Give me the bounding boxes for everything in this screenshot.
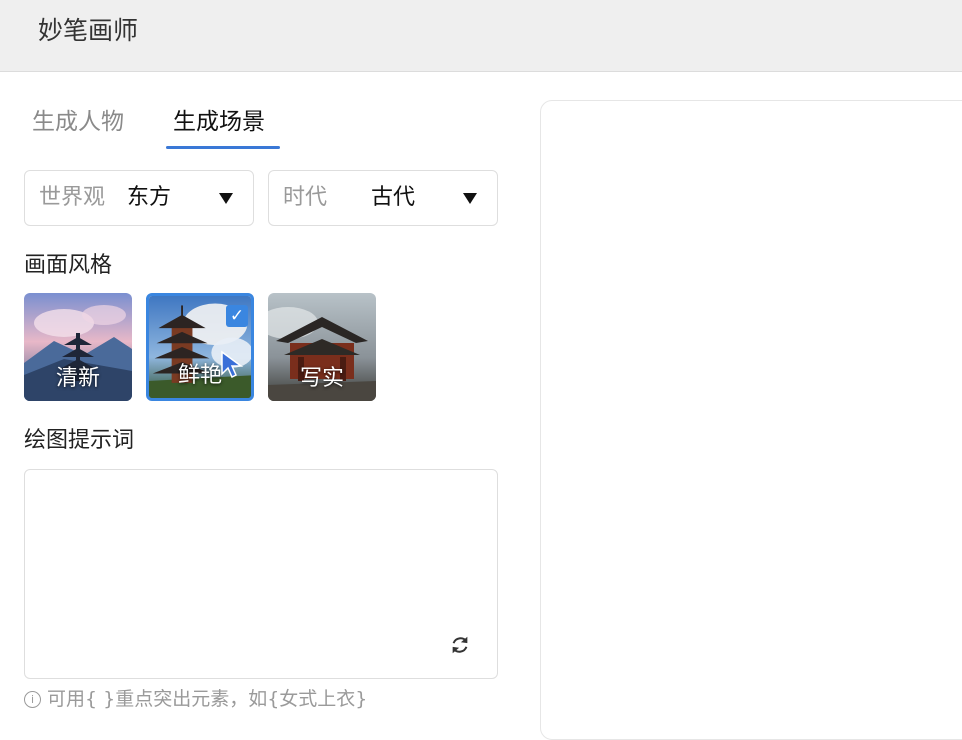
app-header: 妙笔画师: [0, 0, 962, 72]
chevron-down-icon: [463, 193, 477, 204]
tab-bar: 生成人物 生成场景: [24, 100, 324, 152]
style-option-realistic[interactable]: 写实: [268, 293, 376, 401]
chevron-down-icon: [219, 193, 233, 204]
style-option-fresh[interactable]: 清新: [24, 293, 132, 401]
mouse-cursor-icon: [221, 350, 244, 378]
style-option-vivid[interactable]: ✓ 鲜艳: [146, 293, 254, 401]
worldview-value: 东方: [127, 185, 172, 210]
style-section-label: 画面风格: [24, 253, 113, 278]
prompt-hint-text: 可用{ }重点突出元素，如{女式上衣}: [47, 688, 368, 710]
era-label: 时代: [283, 185, 328, 210]
prompt-hint: i 可用{ }重点突出元素，如{女式上衣}: [24, 686, 367, 712]
prompt-input-box: [24, 469, 498, 679]
prompt-section-label: 绘图提示词: [24, 428, 135, 453]
preview-panel: [540, 100, 962, 740]
worldview-label: 世界观: [39, 185, 106, 210]
tab-generate-character[interactable]: 生成人物: [32, 100, 124, 144]
app-title: 妙笔画师: [38, 16, 139, 45]
prompt-input[interactable]: [35, 480, 479, 634]
checkmark-icon: ✓: [226, 305, 248, 327]
style-option-label: 清新: [55, 366, 100, 391]
worldview-select[interactable]: 世界观 东方: [24, 170, 254, 226]
refresh-icon[interactable]: [449, 634, 471, 656]
style-option-label: 写实: [299, 366, 344, 391]
info-icon: i: [24, 691, 41, 708]
era-select[interactable]: 时代 古代: [268, 170, 498, 226]
active-tab-indicator: [166, 146, 280, 149]
era-value: 古代: [371, 185, 416, 210]
tab-generate-scene[interactable]: 生成场景: [173, 100, 265, 144]
